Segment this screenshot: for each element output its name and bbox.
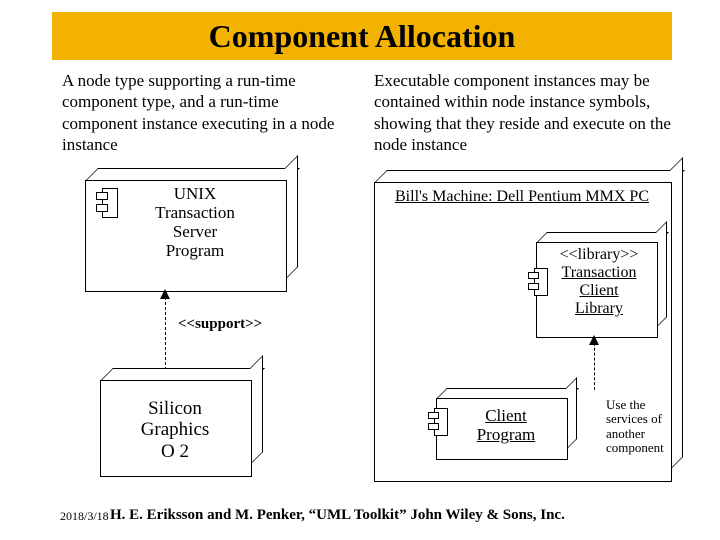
page-title: Component Allocation — [209, 18, 516, 55]
right-paragraph: Executable component instances may be co… — [374, 70, 684, 155]
unix-component-label: UNIX Transaction Server Program — [120, 184, 270, 260]
bills-machine-label: Bill's Machine: Dell Pentium MMX PC — [380, 188, 664, 206]
usage-dependency-arrow — [594, 338, 595, 390]
slide: Component Allocation A node type support… — [0, 0, 720, 540]
footer-citation: H. E. Eriksson and M. Penker, “UML Toolk… — [110, 507, 565, 524]
usage-annotation: Use the services of another component — [606, 398, 686, 455]
support-dependency-arrow — [165, 292, 166, 370]
arrow-head-up-icon — [589, 335, 599, 345]
title-bar: Component Allocation — [52, 12, 672, 60]
left-paragraph: A node type supporting a run-time compon… — [62, 70, 342, 155]
client-program-label: Client Program — [456, 406, 556, 444]
arrow-head-up-icon — [160, 289, 170, 299]
footer-date: 2018/3/18 — [60, 509, 109, 524]
support-stereotype: <<support>> — [178, 316, 262, 333]
library-component-label: <<library>> Transaction Client Library — [548, 246, 650, 318]
silicon-graphics-label: Silicon Graphics O 2 — [100, 398, 250, 462]
